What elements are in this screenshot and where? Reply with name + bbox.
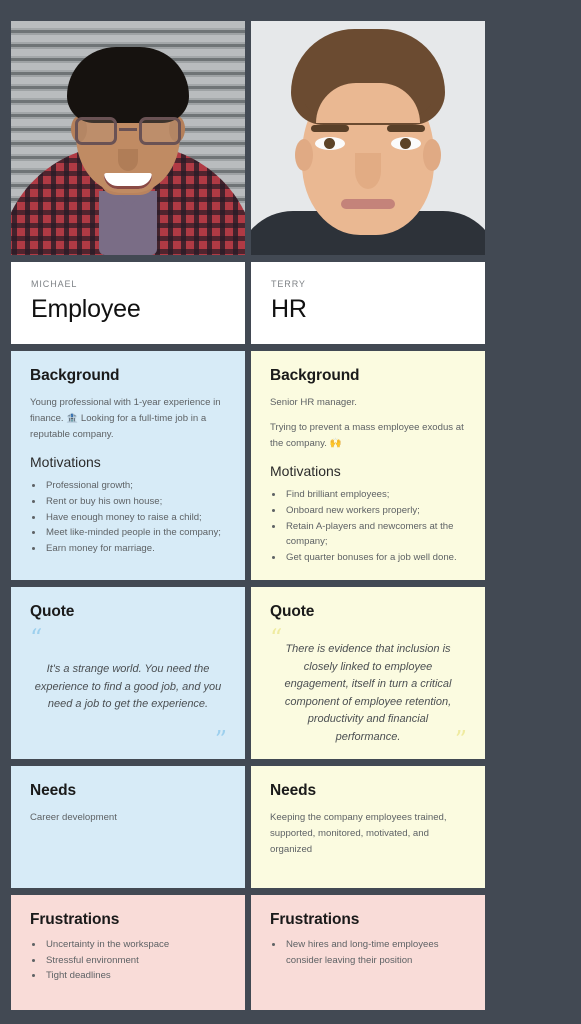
motivations-list: Professional growth; Rent or buy his own… [44, 478, 226, 556]
section-heading-quote: Quote [270, 603, 315, 620]
eye-right [391, 137, 421, 150]
glasses-icon [75, 117, 181, 147]
section-heading-background: Background [30, 367, 120, 384]
mouth [341, 199, 395, 209]
persona-namecard-terry: TERRY HR [251, 262, 485, 344]
persona-name: TERRY [271, 279, 306, 289]
list-item: Professional growth; [44, 478, 226, 494]
quote-text: There is evidence that inclusion is clos… [284, 643, 452, 743]
section-heading-quote: Quote [30, 603, 75, 620]
section-heading-background: Background [270, 367, 360, 384]
list-item: Get quarter bonuses for a job well done. [284, 550, 466, 566]
quote-card-terry: Quote “ There is evidence that inclusion… [251, 587, 485, 759]
background-card-terry: Background Senior HR manager. Trying to … [251, 351, 485, 580]
section-subheading-motivations: Motivations [30, 454, 101, 471]
lens-right [139, 117, 181, 145]
nose [355, 153, 381, 189]
section-heading-needs: Needs [270, 782, 317, 799]
needs-text: Career development [30, 812, 117, 823]
quote-text: It's a strange world. You need the exper… [34, 663, 222, 711]
persona-column-terry: TERRY HR Background Senior HR manager. T… [251, 21, 485, 1024]
list-item: Stressful environment [44, 953, 226, 969]
bridge [119, 128, 137, 131]
hair [67, 47, 189, 123]
quote-close-icon: ” [454, 726, 467, 754]
background-card-michael: Background Young professional with 1-yea… [11, 351, 245, 580]
persona-role: HR [271, 295, 307, 323]
needs-card-terry: Needs Keeping the company employees trai… [251, 766, 485, 888]
list-item: Onboard new workers properly; [284, 503, 466, 519]
eye-left [315, 137, 345, 150]
frustrations-list: New hires and long-time employees consid… [284, 937, 466, 968]
persona-column-michael: MICHAEL Employee Background Young profes… [11, 21, 245, 1024]
section-heading-needs: Needs [30, 782, 77, 799]
list-item: Rent or buy his own house; [44, 494, 226, 510]
quote-close-icon: ” [214, 726, 227, 754]
eyebrow-left [311, 125, 349, 132]
frustrations-card-michael: Frustrations Uncertainty in the workspac… [11, 895, 245, 1010]
list-item: New hires and long-time employees consid… [284, 937, 466, 968]
nose [118, 149, 138, 171]
section-heading-frustrations: Frustrations [30, 911, 120, 928]
background-paragraph: Young professional with 1-year experienc… [30, 397, 221, 440]
ear-left [295, 139, 313, 171]
frustrations-card-terry: Frustrations New hires and long-time emp… [251, 895, 485, 1010]
quote-open-icon: “ [30, 624, 43, 652]
list-item: Meet like-minded people in the company; [44, 525, 226, 541]
quote-card-michael: Quote “ It's a strange world. You need t… [11, 587, 245, 759]
lens-left [75, 117, 117, 145]
list-item: Retain A-players and newcomers at the co… [284, 519, 466, 550]
list-item: Uncertainty in the workspace [44, 937, 226, 953]
ear-right [423, 139, 441, 171]
persona-board: MICHAEL Employee Background Young profes… [0, 0, 581, 1024]
section-heading-frustrations: Frustrations [270, 911, 360, 928]
list-item: Find brilliant employees; [284, 487, 466, 503]
list-item: Earn money for marriage. [44, 541, 226, 557]
eyebrow-right [387, 125, 425, 132]
section-subheading-motivations: Motivations [270, 463, 341, 480]
persona-photo-michael [11, 21, 245, 255]
persona-namecard-michael: MICHAEL Employee [11, 262, 245, 344]
mouth [104, 173, 152, 189]
background-paragraph: Trying to prevent a mass employee exodus… [270, 421, 464, 449]
motivations-list: Find brilliant employees; Onboard new wo… [284, 487, 466, 565]
list-item: Have enough money to raise a child; [44, 510, 226, 526]
persona-name: MICHAEL [31, 279, 78, 289]
background-paragraph: Senior HR manager. [270, 397, 357, 408]
list-item: Tight deadlines [44, 968, 226, 984]
persona-role: Employee [31, 295, 141, 323]
needs-card-michael: Needs Career development [11, 766, 245, 888]
frustrations-list: Uncertainty in the workspace Stressful e… [44, 937, 226, 984]
persona-photo-terry [251, 21, 485, 255]
needs-text: Keeping the company employees trained, s… [270, 812, 447, 855]
